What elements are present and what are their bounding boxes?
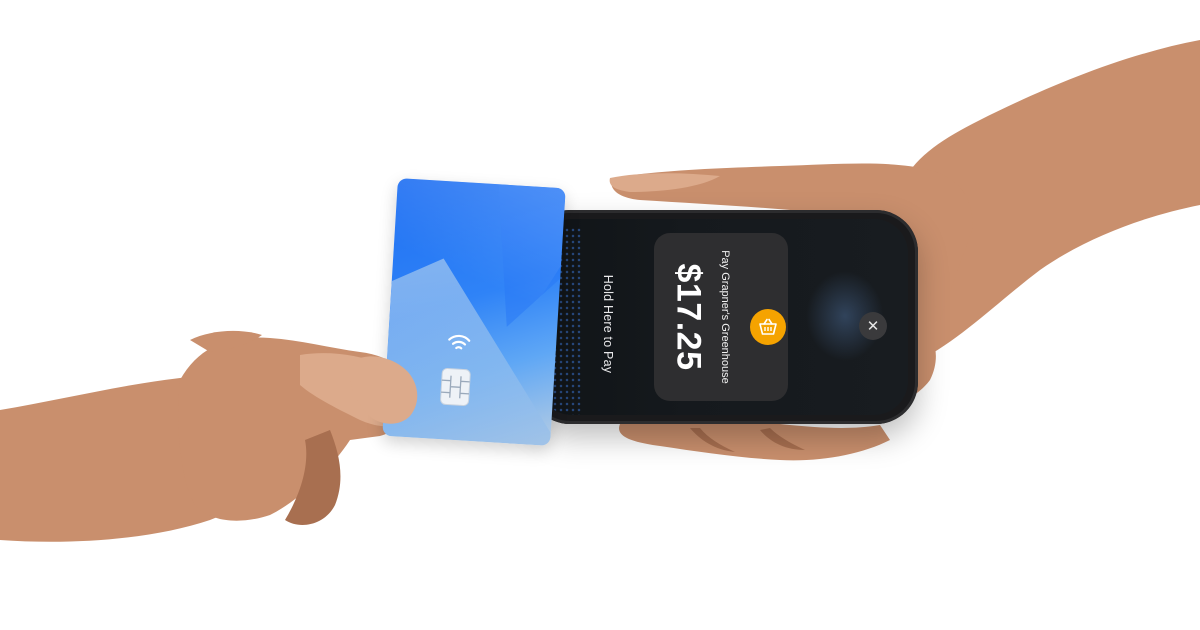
scene: Hold Here to Pay $17.25 Pay Grapner's Gr… bbox=[0, 0, 1200, 630]
left-thumb bbox=[350, 356, 418, 424]
